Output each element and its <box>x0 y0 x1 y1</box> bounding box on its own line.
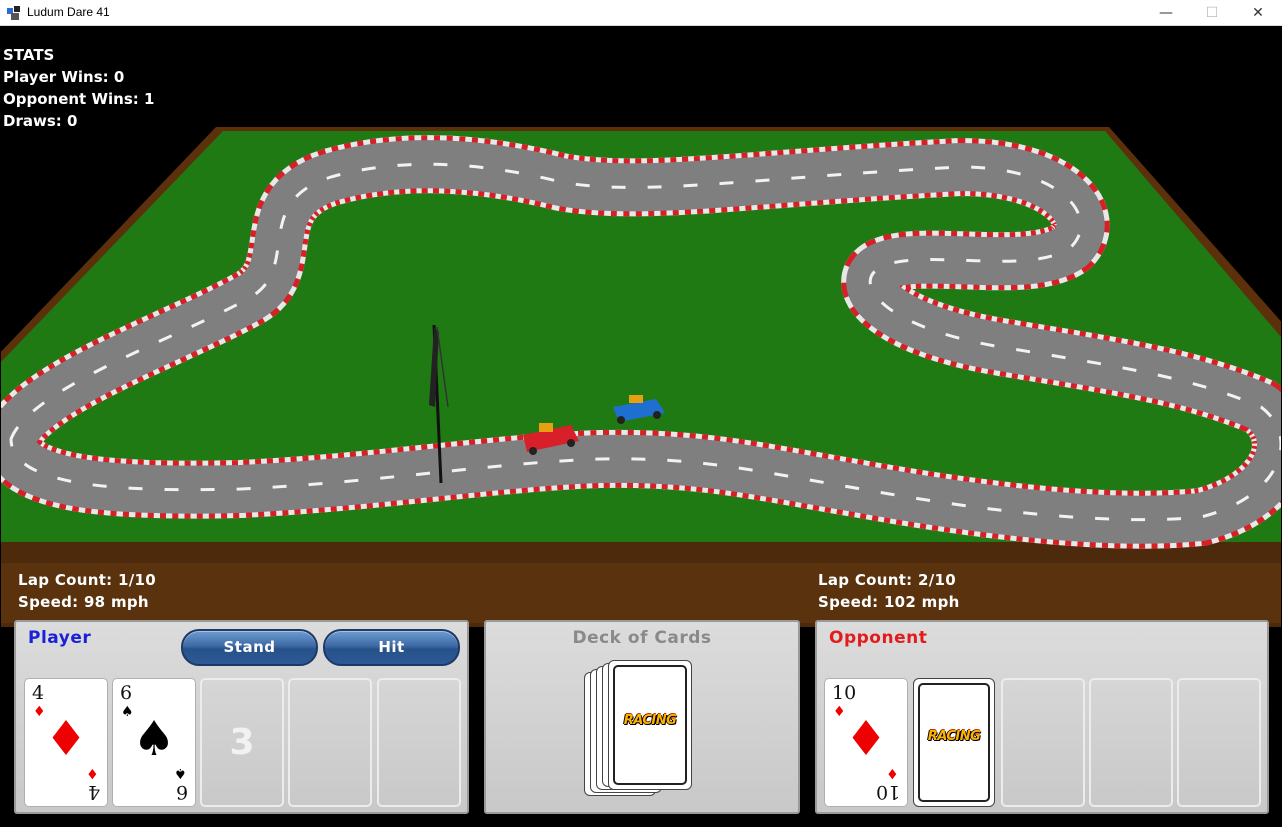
diamond-icon: ♦ <box>844 711 888 767</box>
spade-icon: ♠ <box>132 711 176 767</box>
deck-panel-title: Deck of Cards <box>572 628 712 648</box>
opponent-race-info: Lap Count: 2/10 Speed: 102 mph <box>818 569 960 613</box>
opponent-wins: Opponent Wins: 1 <box>3 90 155 108</box>
card-rank: 4 <box>32 682 45 704</box>
player-panel-title: Player <box>28 628 92 648</box>
next-slot-number: 3 <box>229 722 255 763</box>
stand-button[interactable]: Stand <box>181 629 318 666</box>
player-speed: Speed: 98 mph <box>18 593 149 611</box>
window-title: Ludum Dare 41 <box>27 5 110 19</box>
opponent-speed: Speed: 102 mph <box>818 593 960 611</box>
stats-heading: STATS <box>3 46 55 64</box>
player-lap-count: Lap Count: 1/10 <box>18 571 156 589</box>
diamond-icon: ♦ <box>886 765 899 781</box>
opponent-panel-title: Opponent <box>829 628 928 648</box>
opponent-lap-count: Lap Count: 2/10 <box>818 571 956 589</box>
deck-panel: Deck of Cards RACING <box>484 620 800 814</box>
opponent-card-2-face-down: RACING <box>913 678 995 807</box>
draws: Draws: 0 <box>3 112 78 130</box>
close-button[interactable]: ✕ <box>1235 0 1281 26</box>
player-card-2: 6 ♠ ♠ ♠ 6 <box>112 678 196 807</box>
stats-block: STATS Player Wins: 0 Opponent Wins: 1 Dr… <box>3 44 154 132</box>
card-rank: 4 <box>87 781 100 803</box>
player-card-slot-5 <box>377 678 461 807</box>
opponent-card-slot-3 <box>1001 678 1085 807</box>
racing-logo: RACING <box>623 713 677 728</box>
deck-top-card[interactable]: RACING <box>608 660 692 790</box>
hit-button[interactable]: Hit <box>323 629 460 666</box>
opponent-card-1: 10 ♦ ♦ ♦ 10 <box>824 678 908 807</box>
player-card-slot-3: 3 <box>200 678 284 807</box>
spade-icon: ♠ <box>174 765 187 781</box>
window-titlebar: Ludum Dare 41 — ☐ ✕ <box>0 0 1282 26</box>
diamond-icon: ♦ <box>86 765 99 781</box>
player-card-1: 4 ♦ ♦ ♦ 4 <box>24 678 108 807</box>
racing-logo: RACING <box>927 729 981 744</box>
player-panel: Player Stand Hit 4 ♦ ♦ ♦ 4 6 ♠ ♠ ♠ 6 3 <box>14 620 469 814</box>
maximize-button[interactable]: ☐ <box>1189 0 1235 26</box>
player-wins: Player Wins: 0 <box>3 68 125 86</box>
card-rank: 6 <box>175 781 188 803</box>
diamond-icon: ♦ <box>44 711 88 767</box>
card-rank: 6 <box>120 682 133 704</box>
opponent-panel: Opponent 10 ♦ ♦ ♦ 10 RACING <box>815 620 1269 814</box>
card-rank: 10 <box>832 682 857 704</box>
app-icon <box>7 6 20 20</box>
card-rank: 10 <box>875 781 900 803</box>
minimize-button[interactable]: — <box>1143 0 1189 26</box>
opponent-card-slot-4 <box>1089 678 1173 807</box>
game-viewport: STATS Player Wins: 0 Opponent Wins: 1 Dr… <box>1 27 1281 825</box>
player-card-slot-4 <box>288 678 372 807</box>
player-race-info: Lap Count: 1/10 Speed: 98 mph <box>18 569 156 613</box>
opponent-card-slot-5 <box>1177 678 1261 807</box>
